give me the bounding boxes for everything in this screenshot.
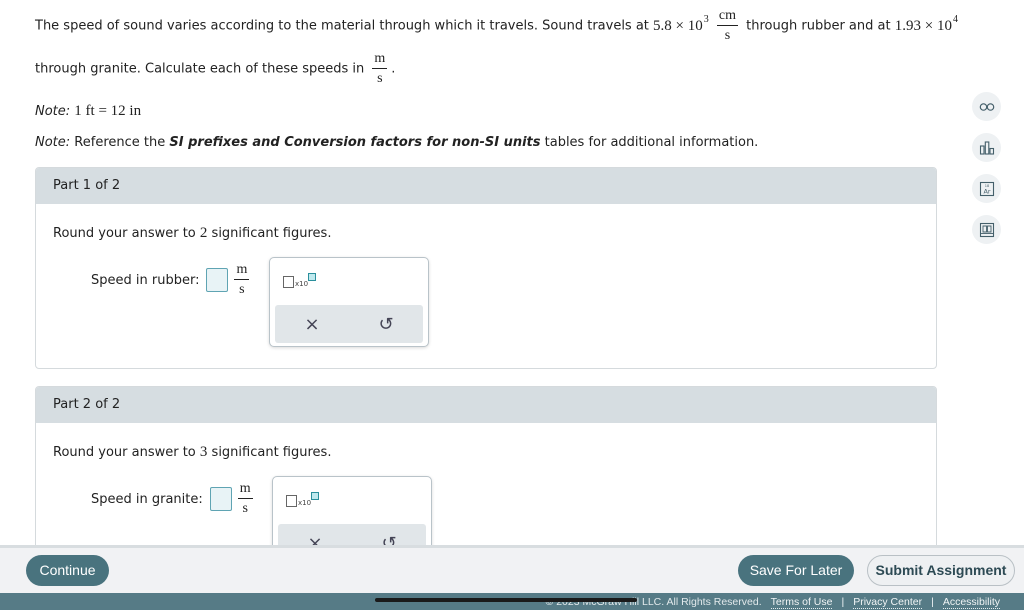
question-text: through granite. Calculate each of these…	[35, 61, 365, 77]
part-1-answer-row: Speed in rubber: ms	[91, 262, 253, 298]
side-toolbar: 18 Ar	[972, 92, 1001, 244]
question-text: through rubber and at	[746, 18, 891, 34]
reference-button[interactable]	[972, 215, 1001, 244]
accessibility-link[interactable]: Accessibility	[942, 596, 1000, 609]
continue-button[interactable]: Continue	[26, 555, 109, 586]
part-2-toolbar-actions: × ↺	[278, 524, 426, 545]
glasses-icon	[979, 102, 994, 111]
granite-speed-value: 1.93 × 104	[894, 13, 958, 34]
clear-icon[interactable]: ×	[295, 533, 335, 546]
note-conversion: Note: 1 ft = 12 in	[35, 103, 142, 119]
part-1-math-toolbar: x10 × ↺	[269, 257, 429, 347]
part-2: Part 2 of 2 Round your answer to 3 signi…	[35, 386, 937, 545]
sci-exponent-box-icon	[311, 492, 320, 500]
speed-granite-label: Speed in granite:	[91, 491, 203, 507]
speed-rubber-label: Speed in rubber:	[91, 272, 200, 288]
part-1-toolbar-actions: × ↺	[275, 305, 423, 343]
speed-rubber-unit: ms	[234, 262, 250, 298]
speed-rubber-input[interactable]	[206, 268, 229, 293]
footer-separator: |	[931, 596, 934, 608]
save-for-later-button[interactable]: Save For Later	[738, 555, 854, 586]
question-line-1: The speed of sound varies according to t…	[35, 8, 960, 44]
note-reference: Note: Reference the SI prefixes and Conv…	[35, 135, 759, 150]
bottom-action-bar: Continue Save For Later Submit Assignmen…	[0, 545, 1024, 593]
part-2-math-toolbar: x10 × ↺	[272, 476, 432, 545]
part-2-answer-row: Speed in granite: ms	[91, 481, 257, 517]
reference-tables-link: SI prefixes and Conversion factors for n…	[169, 135, 541, 150]
bar-chart-icon	[979, 140, 994, 155]
question-line-2: through granite. Calculate each of these…	[35, 51, 396, 87]
scientific-notation-button[interactable]: x10	[283, 273, 317, 288]
terms-of-use-link[interactable]: Terms of Use	[770, 596, 833, 609]
rubber-speed-value: 5.8 × 103	[653, 13, 709, 34]
question-content: The speed of sound varies according to t…	[0, 0, 960, 545]
sci-exponent-box-icon	[308, 273, 317, 281]
rubber-speed-unit: cm s	[716, 8, 739, 44]
speed-granite-unit: ms	[237, 481, 253, 517]
speed-granite-input[interactable]	[209, 487, 232, 512]
home-indicator-bar	[375, 598, 637, 602]
target-unit: ms	[372, 51, 388, 87]
periodic-table-icon: 18Ar	[979, 181, 994, 196]
part-2-header: Part 2 of 2	[36, 387, 936, 423]
scientific-notation-button[interactable]: x10	[286, 492, 320, 507]
footer-separator: |	[841, 596, 845, 608]
svg-text:Ar: Ar	[983, 187, 990, 195]
footer: © 2023 McGraw Hill LLC. All Rights Reser…	[0, 593, 1024, 610]
privacy-center-link[interactable]: Privacy Center	[853, 596, 923, 609]
reference-book-icon	[979, 222, 994, 237]
undo-icon[interactable]: ↺	[366, 314, 406, 335]
read-aloud-button[interactable]	[972, 92, 1001, 121]
clear-icon[interactable]: ×	[292, 314, 332, 335]
graph-tool-button[interactable]	[972, 133, 1001, 162]
part-2-instructions: Round your answer to 3 significant figur…	[53, 444, 332, 460]
periodic-table-button[interactable]: 18 Ar	[972, 174, 1001, 203]
undo-icon[interactable]: ↺	[369, 533, 409, 546]
submit-assignment-button[interactable]: Submit Assignment	[867, 555, 1015, 586]
sci-base-box-icon	[283, 276, 294, 288]
question-text: The speed of sound varies according to t…	[35, 18, 649, 34]
part-1-instructions: Round your answer to 2 significant figur…	[53, 225, 332, 241]
part-1-header: Part 1 of 2	[36, 168, 936, 204]
part-1: Part 1 of 2 Round your answer to 2 signi…	[35, 167, 937, 369]
sci-base-box-icon	[286, 495, 297, 507]
